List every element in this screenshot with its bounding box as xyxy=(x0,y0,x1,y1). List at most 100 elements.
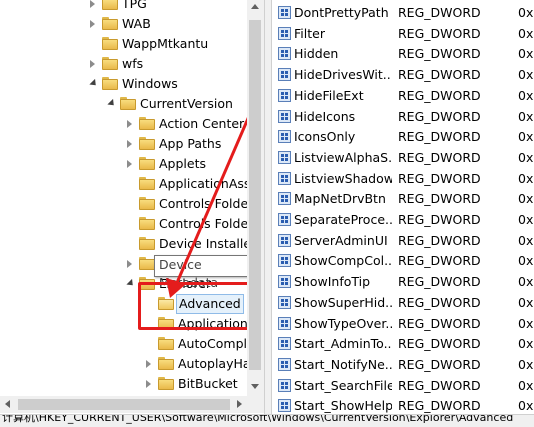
tree-item-label: AutoplayHa xyxy=(178,356,251,371)
registry-value-row[interactable]: ShowCompCol... REG_DWORD 0x0 xyxy=(272,250,534,271)
collapsed-arrow-icon[interactable] xyxy=(127,160,132,168)
collapsed-arrow-icon[interactable] xyxy=(90,20,95,28)
tree-item[interactable]: AutoplayHa xyxy=(0,354,251,374)
value-data: 0x0 xyxy=(518,46,534,62)
registry-value-row[interactable]: DontPrettyPath REG_DWORD 0x0 xyxy=(272,2,534,23)
tree-item[interactable]: CurrentVersion xyxy=(0,94,250,114)
tree-item-label: Controls Folder xyxy=(159,216,254,231)
folder-icon xyxy=(102,57,118,70)
collapsed-arrow-icon[interactable] xyxy=(90,0,95,8)
tree-item-label: wfs xyxy=(122,56,144,71)
scroll-thumb[interactable] xyxy=(249,20,261,370)
collapsed-arrow-icon[interactable] xyxy=(146,360,151,368)
registry-value-row[interactable]: ListviewShadow REG_DWORD 0x0 xyxy=(272,168,534,189)
value-data: 0x0 xyxy=(518,25,534,41)
folder-icon xyxy=(158,377,174,390)
value-data: 0x0 xyxy=(518,170,534,186)
registry-key-tree[interactable]: TPG WAB WappMtkantu wfs Windows CurrentVersio… xyxy=(0,0,264,400)
tree-item[interactable]: wfs xyxy=(0,54,250,74)
registry-dword-icon xyxy=(278,213,291,226)
value-data: 0x0 xyxy=(518,67,534,83)
collapsed-arrow-icon[interactable] xyxy=(127,140,132,148)
tree-item[interactable]: WAB xyxy=(0,14,250,34)
value-name: ServerAdminUI xyxy=(294,232,388,248)
scroll-thumb[interactable] xyxy=(18,399,230,410)
value-data: 0x0 xyxy=(518,336,534,352)
registry-dword-icon xyxy=(278,109,291,123)
tree-item[interactable]: App Paths xyxy=(0,134,250,154)
tree-item[interactable]: AutoComple xyxy=(0,334,255,354)
tree-item[interactable]: BitBucket xyxy=(0,374,250,394)
registry-value-row[interactable]: Hidden REG_DWORD 0x0 xyxy=(272,43,534,64)
registry-value-row[interactable]: Start_ShowHelp REG_DWORD 0x0 xyxy=(272,395,534,414)
value-data: 0x0 xyxy=(518,274,534,290)
value-data: 0x0 xyxy=(518,398,534,414)
registry-dword-icon xyxy=(278,233,291,247)
registry-value-row[interactable]: ListviewAlphaS... REG_DWORD 0x0 xyxy=(272,147,534,168)
registry-value-row[interactable]: IconsOnly REG_DWORD 0x0 xyxy=(272,126,534,147)
registry-value-row[interactable]: Filter REG_DWORD 0x0 xyxy=(272,23,534,44)
value-type: REG_DWORD xyxy=(398,67,481,83)
tree-item[interactable]: Device Installer xyxy=(0,234,256,254)
value-data: 0x0 xyxy=(518,232,534,248)
scroll-left-arrow-icon[interactable] xyxy=(5,400,10,408)
expanded-arrow-icon[interactable] xyxy=(89,78,99,89)
value-data: 0x0 xyxy=(518,108,534,124)
tree-item[interactable]: WappMtkantu xyxy=(0,34,250,54)
value-data: 0x0 xyxy=(518,356,534,372)
tree-item-label: Controls Folder xyxy=(159,196,254,211)
expanded-arrow-icon[interactable] xyxy=(107,98,117,109)
registry-value-row[interactable]: Start_AdminTo... REG_DWORD 0x0 xyxy=(272,333,534,354)
tree-item[interactable]: TPG xyxy=(0,0,250,14)
tree-item[interactable]: Controls Folder xyxy=(0,214,253,234)
tree-item[interactable]: Applets xyxy=(0,154,250,174)
tree-item-label: TPG xyxy=(122,0,147,11)
scroll-up-arrow-icon[interactable] xyxy=(251,4,259,9)
registry-value-row[interactable]: Start_SearchFiles REG_DWORD 0x0 xyxy=(272,375,534,396)
registry-dword-icon xyxy=(278,378,291,392)
registry-value-row[interactable]: ShowSuperHid... REG_DWORD 0x0 xyxy=(272,292,534,313)
value-type: REG_DWORD xyxy=(398,46,481,62)
tree-item-label: WAB xyxy=(122,16,151,31)
tree-horizontal-scrollbar[interactable] xyxy=(0,396,264,413)
scroll-down-arrow-icon[interactable] xyxy=(251,384,259,389)
tree-item[interactable]: Windows xyxy=(0,74,250,94)
value-type: REG_DWORD xyxy=(398,377,481,393)
value-type: REG_DWORD xyxy=(398,25,481,41)
registry-value-row[interactable]: MapNetDrvBtn REG_DWORD 0x0 xyxy=(272,188,534,209)
collapsed-arrow-icon[interactable] xyxy=(146,380,151,388)
value-name: Hidden xyxy=(294,46,339,62)
registry-value-row[interactable]: HideFileExt REG_DWORD 0x0 xyxy=(272,85,534,106)
registry-dword-icon xyxy=(278,399,291,413)
collapsed-arrow-icon[interactable] xyxy=(127,260,132,268)
annotation-highlight-box xyxy=(138,282,252,330)
collapsed-arrow-icon[interactable] xyxy=(90,60,95,68)
tree-item-label: CurrentVersion xyxy=(140,96,233,111)
value-name: DontPrettyPath xyxy=(294,5,389,20)
registry-value-row[interactable]: SeparateProce... REG_DWORD 0x0 xyxy=(272,209,534,230)
value-name: IconsOnly xyxy=(294,129,356,145)
registry-value-row[interactable]: ShowInfoTip REG_DWORD 0x0 xyxy=(272,271,534,292)
folder-icon xyxy=(120,97,136,110)
pane-splitter[interactable] xyxy=(264,0,272,414)
value-name: ShowTypeOver... xyxy=(294,315,392,331)
scroll-right-arrow-icon[interactable] xyxy=(237,400,242,408)
registry-dword-icon xyxy=(278,6,291,19)
registry-value-row[interactable]: Start_NotifyNe... REG_DWORD 0x0 xyxy=(272,354,534,375)
registry-value-row[interactable]: ShowTypeOver... REG_DWORD 0x0 xyxy=(272,313,534,334)
value-type: REG_DWORD xyxy=(398,356,481,372)
value-type: REG_DWORD xyxy=(398,253,481,269)
value-type: REG_DWORD xyxy=(398,170,481,186)
value-type: REG_DWORD xyxy=(398,5,481,20)
value-data: 0x0 xyxy=(518,377,534,393)
registry-value-row[interactable]: ServerAdminUI REG_DWORD 0x0 xyxy=(272,230,534,251)
expanded-arrow-icon[interactable] xyxy=(126,278,136,289)
tree-item[interactable]: ApplicationAsso xyxy=(0,174,258,194)
registry-values-list[interactable]: DontPrettyPath REG_DWORD 0x0 Filter REG_DWOR… xyxy=(272,0,534,414)
collapsed-arrow-icon[interactable] xyxy=(127,120,132,128)
tree-vertical-scrollbar[interactable] xyxy=(247,0,264,400)
registry-value-row[interactable]: HideDrivesWit... REG_DWORD 0x0 xyxy=(272,64,534,85)
tree-item[interactable]: Action Center xyxy=(0,114,250,134)
tree-item[interactable]: Controls Folder xyxy=(0,194,253,214)
registry-value-row[interactable]: HideIcons REG_DWORD 0x0 xyxy=(272,106,534,127)
